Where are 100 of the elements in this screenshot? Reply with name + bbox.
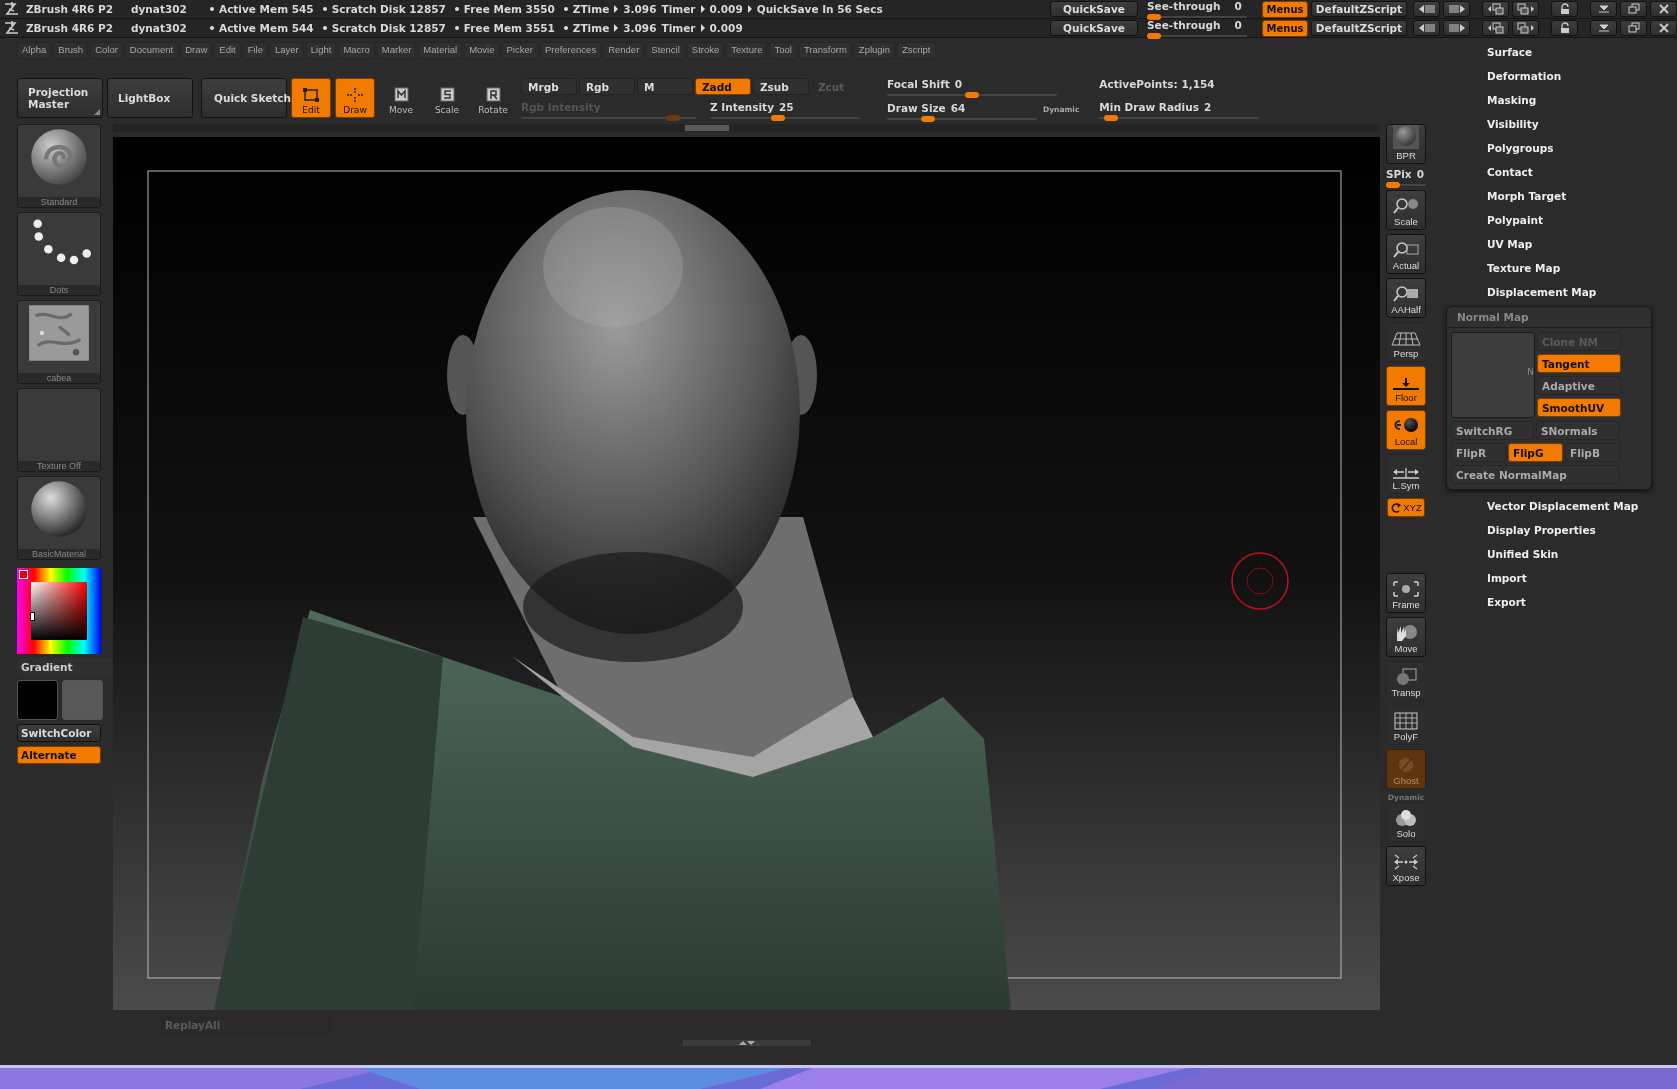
- palette-item[interactable]: Unified Skin: [1438, 542, 1677, 566]
- palette-item[interactable]: Polygroups: [1438, 136, 1677, 160]
- option-button[interactable]: FlipG: [1508, 443, 1563, 462]
- menu-item[interactable]: Edit: [214, 42, 241, 59]
- close-button[interactable]: [1650, 20, 1677, 36]
- mode-button[interactable]: Zsub: [753, 78, 809, 95]
- slider-thumb[interactable]: [1147, 14, 1161, 20]
- palette-item[interactable]: Visibility: [1438, 112, 1677, 136]
- menu-item[interactable]: Macro: [338, 42, 375, 59]
- bpr-button[interactable]: BPR: [1386, 124, 1426, 164]
- palette-item[interactable]: Vector Displacement Map: [1438, 494, 1677, 518]
- menu-item[interactable]: Zscript: [897, 42, 936, 59]
- color-picker[interactable]: [17, 568, 101, 654]
- mode-button[interactable]: Mrgb: [521, 78, 577, 95]
- script-button[interactable]: DefaultZScript: [1311, 1, 1407, 17]
- slider-thumb[interactable]: [1386, 182, 1400, 188]
- scroll-right-button[interactable]: [1443, 20, 1470, 36]
- palette-button[interactable]: [1482, 1, 1509, 17]
- palette-item[interactable]: Display Properties: [1438, 518, 1677, 542]
- draw-button[interactable]: Draw: [335, 78, 375, 118]
- menu-item[interactable]: Document: [124, 42, 179, 59]
- option-button[interactable]: SmoothUV: [1537, 398, 1621, 417]
- minimize-button[interactable]: [1590, 1, 1617, 17]
- option-button[interactable]: FlipB: [1565, 443, 1620, 462]
- palette-button[interactable]: [1512, 1, 1539, 17]
- slider-thumb[interactable]: [1103, 115, 1118, 121]
- rotate-button[interactable]: Rotate: [473, 78, 513, 118]
- actual-button[interactable]: Actual: [1386, 234, 1426, 274]
- create-normal-map-button[interactable]: Create NormalMap: [1451, 465, 1619, 484]
- menu-item[interactable]: Stroke: [686, 42, 725, 59]
- option-button[interactable]: SwitchRG: [1451, 421, 1534, 440]
- brush-thumbnail[interactable]: Standard: [17, 124, 101, 208]
- quicksave-button[interactable]: QuickSave: [1050, 1, 1138, 17]
- alternate-button[interactable]: Alternate: [17, 746, 101, 764]
- persp-button[interactable]: Persp: [1386, 322, 1426, 362]
- slider-thumb[interactable]: [921, 116, 935, 122]
- stroke-thumbnail[interactable]: Dots: [17, 212, 101, 296]
- menu-item[interactable]: Movie: [464, 42, 500, 59]
- palette-button[interactable]: [1512, 20, 1539, 36]
- option-button[interactable]: Tangent: [1537, 354, 1621, 373]
- scroll-left-button[interactable]: [1413, 1, 1440, 17]
- move-button[interactable]: Move: [381, 78, 421, 118]
- scroll-right-button[interactable]: [1443, 1, 1470, 17]
- palette-item[interactable]: Texture Map: [1438, 256, 1677, 280]
- palette-item[interactable]: Import: [1438, 566, 1677, 590]
- menu-item[interactable]: Transform: [798, 42, 852, 59]
- edit-button[interactable]: Edit: [291, 78, 331, 118]
- menu-item[interactable]: Stencil: [646, 42, 685, 59]
- menu-item[interactable]: Alpha: [17, 42, 52, 59]
- move-button[interactable]: Move: [1386, 617, 1426, 657]
- close-button[interactable]: [1650, 1, 1677, 17]
- menu-item[interactable]: Tool: [769, 42, 797, 59]
- scale-button[interactable]: Scale: [427, 78, 467, 118]
- aahalf-button[interactable]: AAHalf: [1386, 278, 1426, 318]
- palette-item[interactable]: Export: [1438, 590, 1677, 614]
- menu-item[interactable]: Render: [603, 42, 645, 59]
- menu-item[interactable]: Light: [305, 42, 337, 59]
- menu-item[interactable]: Brush: [53, 42, 89, 59]
- menu-item[interactable]: Picker: [501, 42, 538, 59]
- xpose-button[interactable]: Xpose: [1386, 846, 1426, 886]
- menu-item[interactable]: Color: [90, 42, 123, 59]
- material-thumbnail[interactable]: BasicMaterial: [17, 476, 101, 560]
- alpha-thumbnail[interactable]: cabea: [17, 300, 101, 384]
- slider-thumb[interactable]: [1147, 33, 1161, 39]
- lsym-button[interactable]: L.Sym: [1386, 454, 1426, 494]
- minimize-button[interactable]: [1590, 20, 1617, 36]
- palette-item[interactable]: Morph Target: [1438, 184, 1677, 208]
- mode-button[interactable]: Zadd: [695, 78, 751, 95]
- scale-button[interactable]: Scale: [1386, 190, 1426, 230]
- texture-thumbnail[interactable]: Texture Off: [17, 388, 101, 472]
- option-button[interactable]: SNormals: [1536, 421, 1619, 440]
- menu-item[interactable]: Marker: [376, 42, 417, 59]
- restore-button[interactable]: [1620, 20, 1647, 36]
- mode-button[interactable]: Rgb: [579, 78, 635, 95]
- frame-button[interactable]: Frame: [1386, 573, 1426, 613]
- menus-button[interactable]: Menus: [1262, 19, 1308, 37]
- palette-item[interactable]: Polypaint: [1438, 208, 1677, 232]
- xyz-button[interactable]: XYZ: [1387, 498, 1425, 517]
- quicksave-button[interactable]: QuickSave: [1050, 20, 1138, 36]
- tray-handle[interactable]: [682, 1040, 811, 1046]
- local-button[interactable]: Local: [1386, 410, 1426, 450]
- palette-item[interactable]: Surface: [1438, 40, 1677, 64]
- menu-item[interactable]: Zplugin: [853, 42, 895, 59]
- option-button[interactable]: FlipR: [1451, 443, 1506, 462]
- mode-button[interactable]: M: [637, 78, 693, 95]
- menu-item[interactable]: File: [242, 42, 268, 59]
- color-swatch[interactable]: [62, 680, 103, 720]
- menu-item[interactable]: Texture: [726, 42, 768, 59]
- scrollbar[interactable]: [113, 124, 1380, 132]
- palette-item[interactable]: Contact: [1438, 160, 1677, 184]
- palette-button[interactable]: [1482, 20, 1509, 36]
- subpalette-title[interactable]: Normal Map: [1447, 307, 1651, 328]
- projection-master-button[interactable]: Projection Master: [17, 78, 103, 118]
- menu-item[interactable]: Layer: [270, 42, 304, 59]
- menus-button[interactable]: Menus: [1262, 0, 1308, 18]
- solo-button[interactable]: Solo: [1386, 802, 1426, 842]
- color-swatch[interactable]: [17, 680, 58, 720]
- option-button[interactable]: Adaptive: [1537, 376, 1621, 395]
- palette-item[interactable]: Masking: [1438, 88, 1677, 112]
- slider-thumb[interactable]: [771, 115, 786, 121]
